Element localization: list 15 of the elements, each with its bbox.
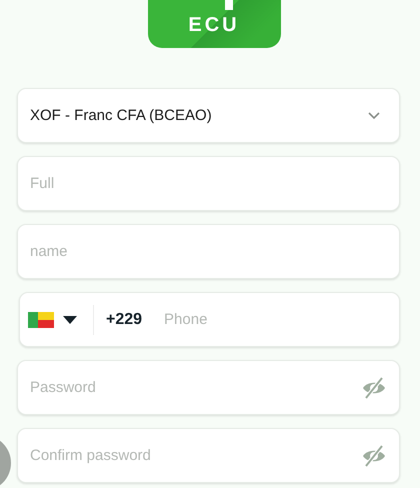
eye-slash-icon[interactable] bbox=[361, 376, 387, 400]
text-field[interactable]: Full bbox=[17, 156, 400, 211]
logo-text: ECU bbox=[188, 14, 240, 36]
phone-input[interactable]: Phone bbox=[164, 311, 387, 328]
password-field[interactable]: Confirm password bbox=[17, 428, 400, 483]
password-input[interactable]: Confirm password bbox=[30, 447, 361, 464]
caret-icon[interactable] bbox=[62, 314, 78, 324]
eye-slash-icon[interactable] bbox=[361, 444, 387, 468]
currency-select[interactable]: XOF - Franc CFA (BCEAO) bbox=[17, 88, 400, 143]
chevron-down-icon bbox=[367, 110, 381, 120]
password-input[interactable]: Password bbox=[30, 379, 361, 396]
dial-code: +229 bbox=[106, 310, 142, 328]
text-field[interactable]: name bbox=[17, 224, 400, 279]
password-field[interactable]: Password bbox=[17, 360, 400, 415]
flag-icon[interactable] bbox=[28, 310, 54, 330]
